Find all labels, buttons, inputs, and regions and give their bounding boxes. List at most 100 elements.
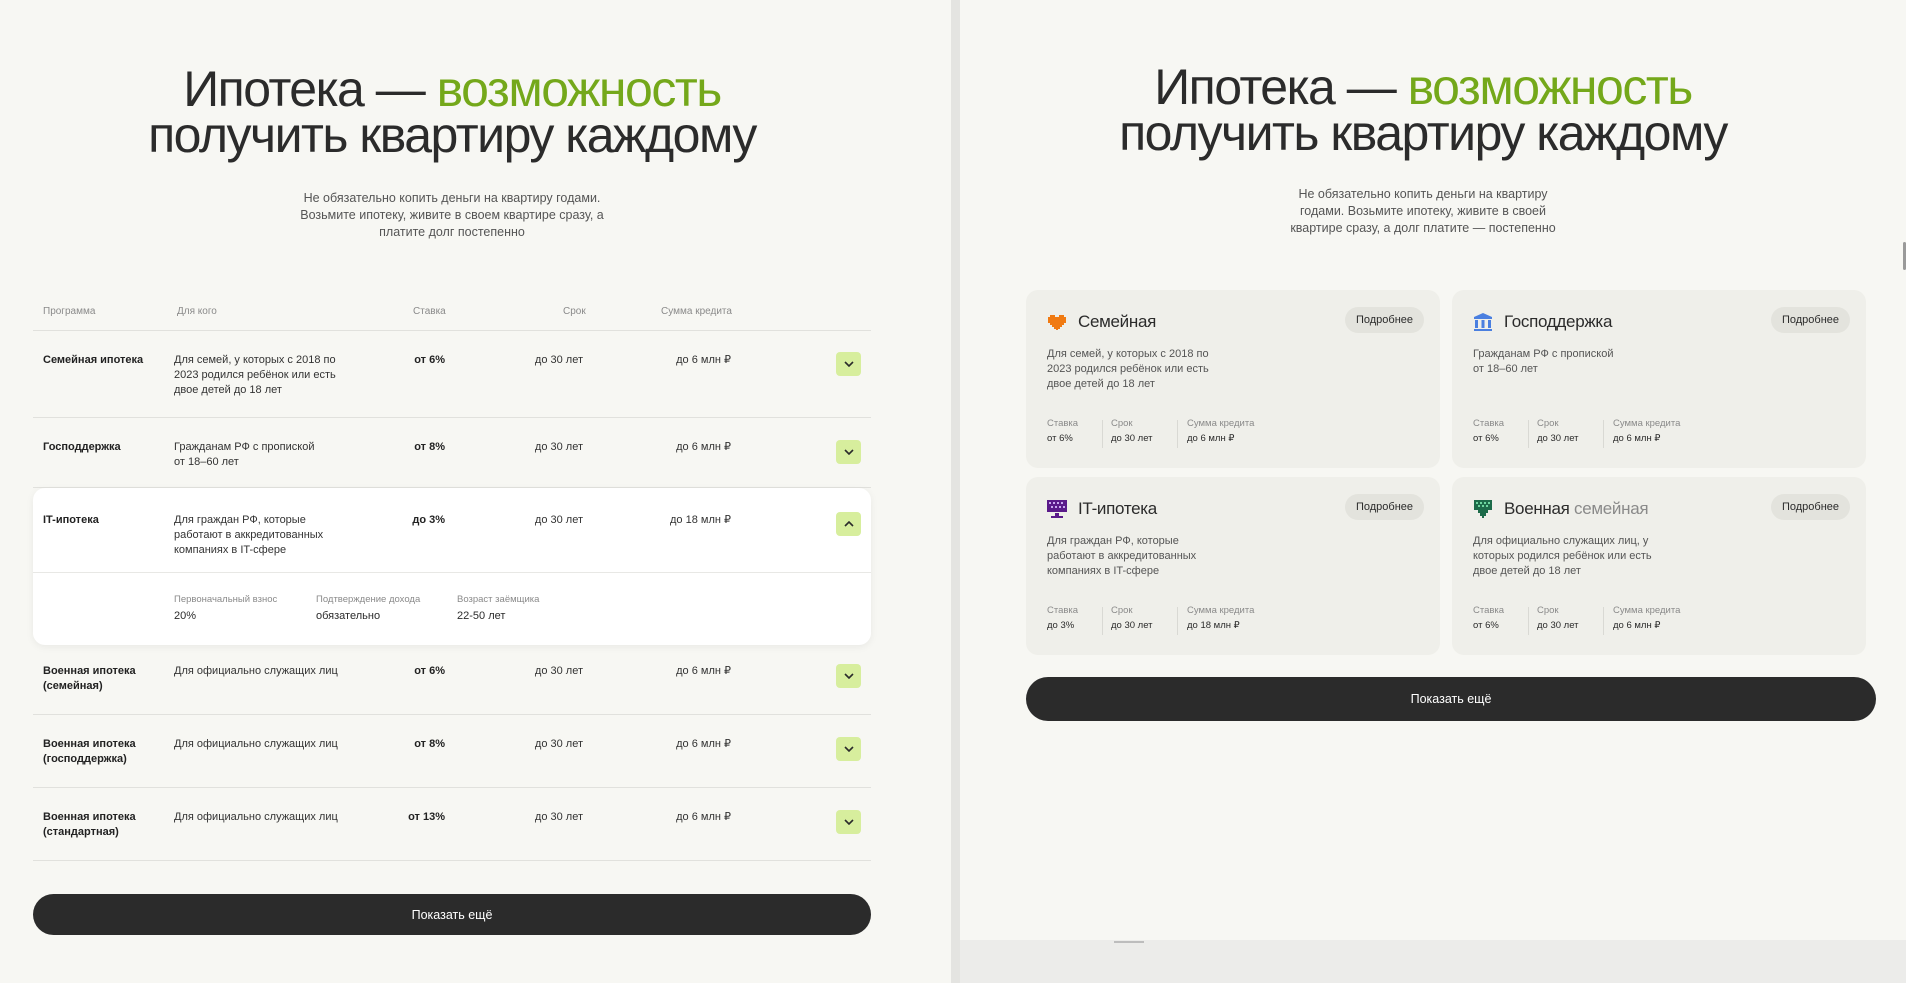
more-button[interactable]: Подробнее [1770, 494, 1850, 520]
card-title: Господдержка [1504, 312, 1613, 331]
row-program: Семейная ипотека [43, 354, 144, 366]
detail-value: 22-50 лет [457, 610, 506, 622]
divider [1603, 420, 1604, 448]
row-who: Для граждан РФ, которые работают в аккре… [174, 514, 324, 556]
row-term: до 30 лет [534, 738, 583, 750]
metric-sum: Сумма кредита до 6 млн ₽ [1613, 605, 1681, 631]
divider [33, 572, 871, 573]
program-card: IT-ипотека Подробнее Для граждан РФ, кот… [1026, 477, 1440, 655]
detail-value: 20% [174, 610, 197, 622]
card-description: Для семей, у которых с 2018 по 2023 роди… [1047, 348, 1209, 390]
table-header: Программа Для кого Ставка Срок Сумма кре… [33, 300, 871, 331]
metric-rate: Ставка от 6% [1047, 418, 1079, 444]
show-more-button[interactable]: Показать ещё [1026, 677, 1876, 721]
row-sum: до 6 млн ₽ [676, 354, 731, 366]
header-program: Программа [43, 306, 96, 317]
divider [1603, 607, 1604, 635]
metric-sum: Сумма кредита до 6 млн ₽ [1187, 418, 1255, 444]
card-title: Семейная [1078, 312, 1157, 331]
title-line2: получить квартиру каждому [1119, 105, 1728, 161]
more-button[interactable]: Подробнее [1770, 307, 1850, 333]
lead-text: Не обязательно копить деньги на квартиру… [1290, 187, 1556, 235]
row-sum: до 18 млн ₽ [670, 514, 731, 526]
heart-icon [1048, 315, 1066, 330]
table-row[interactable]: Господдержка Гражданам РФ с пропиской от… [33, 418, 871, 488]
metric-term: Срок до 30 лет [1537, 605, 1579, 631]
card-description: Гражданам РФ с пропиской от 18–60 лет [1473, 348, 1614, 375]
right-panel: Ипотека — возможность получить квартиру … [960, 0, 1906, 983]
divider [1528, 420, 1529, 448]
divider [1177, 420, 1178, 448]
metric-sum: Сумма кредита до 6 млн ₽ [1613, 418, 1681, 444]
chevron-down-icon [843, 673, 854, 679]
header-rate: Ставка [413, 306, 446, 317]
row-sum: до 6 млн ₽ [676, 441, 731, 453]
metric-term: Срок до 30 лет [1111, 418, 1153, 444]
metric-sum: Сумма кредита до 18 млн ₽ [1187, 605, 1255, 631]
row-rate: до 3% [412, 514, 445, 526]
computer-monitor-icon [1047, 500, 1067, 518]
military-badge-icon [1474, 500, 1492, 518]
page-title: Ипотека — возможность получить квартиру … [960, 62, 1886, 158]
row-sum: до 6 млн ₽ [676, 738, 731, 750]
row-term: до 30 лет [534, 441, 583, 453]
title-line2: получить квартиру каждому [148, 107, 757, 163]
divider [1102, 420, 1103, 448]
row-rate: от 8% [414, 738, 445, 750]
divider [1528, 607, 1529, 635]
card-title: Военная семейная [1504, 499, 1649, 518]
more-button[interactable]: Подробнее [1344, 307, 1424, 333]
chevron-up-icon [843, 521, 854, 527]
expand-button[interactable] [836, 664, 861, 688]
table-row-expanded[interactable]: IT-ипотека Для граждан РФ, которые работ… [33, 488, 871, 645]
table-row[interactable]: Военная ипотека (стандартная) Для официа… [33, 788, 871, 861]
metric-term: Срок до 30 лет [1537, 418, 1579, 444]
metric-rate: Ставка до 3% [1047, 605, 1079, 631]
detail-value: обязательно [316, 610, 381, 622]
expand-button[interactable] [836, 737, 861, 761]
header-who: Для кого [177, 306, 217, 317]
divider [1114, 941, 1144, 943]
row-rate: от 6% [414, 354, 445, 366]
chevron-down-icon [843, 449, 854, 455]
card-title: IT-ипотека [1078, 499, 1157, 518]
program-card: Семейная Подробнее Для семей, у которых … [1026, 290, 1440, 468]
metric-rate: Ставка от 6% [1473, 418, 1505, 444]
expand-button[interactable] [836, 352, 861, 376]
expand-button[interactable] [836, 810, 861, 834]
row-term: до 30 лет [534, 811, 583, 823]
collapse-button[interactable] [836, 512, 861, 536]
more-button[interactable]: Подробнее [1344, 494, 1424, 520]
row-term: до 30 лет [534, 354, 583, 366]
header-term: Срок [563, 306, 586, 317]
row-sum: до 6 млн ₽ [676, 665, 731, 677]
table-row[interactable]: Военная ипотека (семейная) Для официальн… [33, 645, 871, 715]
card-description: Для граждан РФ, которые работают в аккре… [1047, 535, 1197, 577]
detail-label: Возраст заёмщика [457, 594, 540, 605]
row-sum: до 6 млн ₽ [676, 811, 731, 823]
metric-term: Срок до 30 лет [1111, 605, 1153, 631]
metric-rate: Ставка от 6% [1473, 605, 1505, 631]
chevron-down-icon [843, 746, 854, 752]
detail-label: Подтверждение дохода [316, 594, 421, 605]
divider [1177, 607, 1178, 635]
card-description: Для официально служащих лиц, у которых р… [1473, 535, 1652, 577]
expand-button[interactable] [836, 440, 861, 464]
next-section [960, 940, 1906, 983]
lead-text: Не обязательно копить деньги на квартиру… [300, 191, 604, 239]
detail-label: Первоначальный взнос [174, 594, 278, 605]
table-row[interactable]: Семейная ипотека Для семей, у которых с … [33, 331, 871, 418]
table-row[interactable]: Военная ипотека (господдержка) Для офици… [33, 715, 871, 788]
page-title: Ипотека — возможность получить квартиру … [0, 64, 904, 160]
chevron-down-icon [843, 361, 854, 367]
chevron-down-icon [843, 819, 854, 825]
row-program: Военная ипотека (стандартная) [43, 811, 136, 838]
row-program: Военная ипотека (семейная) [43, 665, 136, 692]
left-panel: Ипотека — возможность получить квартиру … [0, 0, 951, 983]
row-rate: от 6% [414, 665, 445, 677]
show-more-button[interactable]: Показать ещё [33, 894, 871, 935]
government-building-icon [1474, 313, 1492, 331]
row-term: до 30 лет [534, 665, 583, 677]
row-rate: от 13% [408, 811, 445, 823]
row-term: до 30 лет [534, 514, 583, 526]
